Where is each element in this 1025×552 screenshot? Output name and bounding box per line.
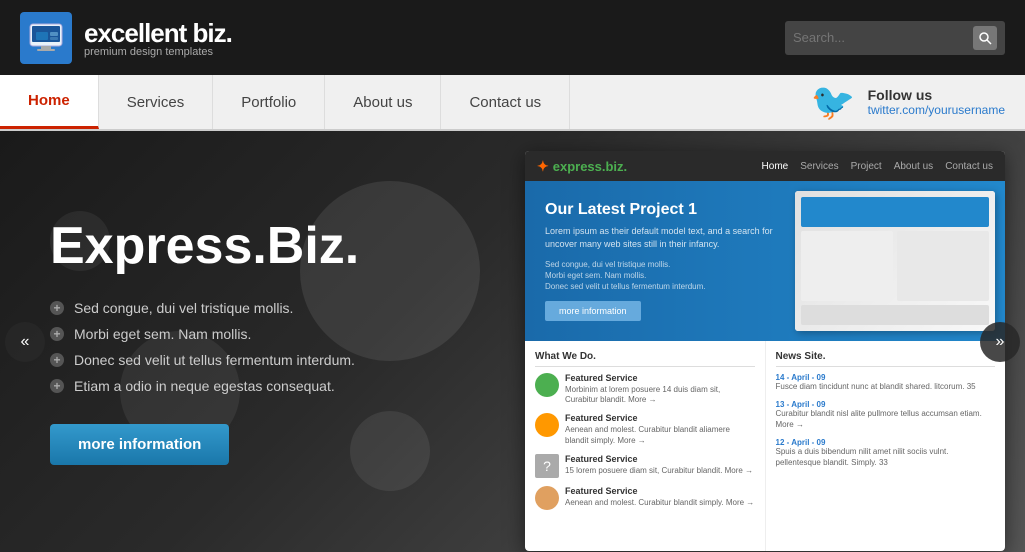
screenshot-nav: Home Services Project About us Contact u… [762, 161, 993, 172]
bullet-icon-4 [50, 379, 64, 393]
nav-item-contact[interactable]: Contact us [441, 75, 570, 129]
next-arrow[interactable]: » [980, 322, 1020, 362]
nav-left: Home Services Portfolio About us Contact… [0, 75, 570, 129]
screenshot-service-2: Featured Service Aenean and molest. Cura… [535, 413, 755, 445]
screenshot-what-we-do: What We Do. Featured Service Morbinim at… [525, 341, 766, 551]
service-icon-3: ? [535, 454, 559, 478]
nav-item-portfolio[interactable]: Portfolio [213, 75, 325, 129]
nav-right: 🐦 Follow us twitter.com/yourusername [791, 75, 1025, 129]
news-item-1: 14 - April - 09 Fusce diam tincidunt nun… [776, 373, 996, 392]
screenshot-header: ✦ express.biz. Home Services Project Abo… [525, 151, 1005, 181]
nav-item-services[interactable]: Services [99, 75, 214, 129]
screenshot-cta[interactable]: more information [545, 301, 641, 321]
hero-bullet-2: Morbi eget sem. Nam mollis. [50, 326, 410, 342]
next-arrow-icon: » [996, 333, 1005, 351]
logo-area: excellent biz. premium design templates [20, 12, 232, 64]
screenshot-news: News Site. 14 - April - 09 Fusce diam ti… [766, 341, 1006, 551]
screenshot-body: What We Do. Featured Service Morbinim at… [525, 341, 1005, 551]
hero-list: Sed congue, dui vel tristique mollis. Mo… [50, 300, 410, 394]
search-input[interactable] [793, 30, 973, 45]
follow-label: Follow us [868, 87, 1005, 103]
bullet-icon-3 [50, 353, 64, 367]
more-info-button[interactable]: more information [50, 424, 229, 465]
twitter-link[interactable]: twitter.com/yourusername [868, 103, 1005, 117]
follow-text: Follow us twitter.com/yourusername [868, 87, 1005, 117]
nav-item-about[interactable]: About us [325, 75, 441, 129]
nav-bar: Home Services Portfolio About us Contact… [0, 75, 1025, 131]
screenshot-logo: ✦ express.biz. [537, 158, 627, 175]
hero-bullet-3: Donec sed velit ut tellus fermentum inte… [50, 352, 410, 368]
bullet-icon-2 [50, 327, 64, 341]
screenshot-service-3: ? Featured Service 15 lorem posuere diam… [535, 454, 755, 478]
tagline: premium design templates [84, 46, 232, 58]
hero-bullet-4: Etiam a odio in neque egestas consequat. [50, 378, 410, 394]
hero-title: Express.Biz. [50, 218, 410, 275]
search-area [785, 21, 1005, 55]
screenshot-preview-img [795, 191, 995, 331]
service-icon-1 [535, 373, 559, 397]
nav-item-home[interactable]: Home [0, 75, 99, 129]
search-button[interactable] [973, 26, 997, 50]
logo-text: excellent biz. premium design templates [84, 18, 232, 58]
hero-screenshot: ✦ express.biz. Home Services Project Abo… [525, 151, 1005, 551]
service-icon-4 [535, 486, 559, 510]
prev-arrow[interactable]: « [5, 322, 45, 362]
hero-content: Express.Biz. Sed congue, dui vel tristiq… [0, 178, 460, 504]
screenshot-logo-icon: ✦ [537, 158, 549, 175]
brand-name: excellent biz. [84, 18, 232, 49]
logo-icon [20, 12, 72, 64]
header: excellent biz. premium design templates [0, 0, 1025, 75]
screenshot-hero: Our Latest Project 1 Lorem ipsum as thei… [525, 181, 1005, 341]
service-icon-2 [535, 413, 559, 437]
prev-arrow-icon: « [21, 333, 30, 351]
screenshot-service-1: Featured Service Morbinim at lorem posue… [535, 373, 755, 405]
news-item-3: 12 - April - 09 Spuis a duis bibendum ni… [776, 438, 996, 468]
news-item-2: 13 - April - 09 Curabitur blandit nisl a… [776, 400, 996, 430]
hero-section: « Express.Biz. Sed congue, dui vel trist… [0, 131, 1025, 552]
hero-bullet-1: Sed congue, dui vel tristique mollis. [50, 300, 410, 316]
screenshot-service-4: Featured Service Aenean and molest. Cura… [535, 486, 755, 510]
bullet-icon-1 [50, 301, 64, 315]
screenshot-hero-list: Sed congue, dui vel tristique mollis. Mo… [545, 260, 795, 291]
twitter-bird-icon: 🐦 [811, 81, 856, 123]
